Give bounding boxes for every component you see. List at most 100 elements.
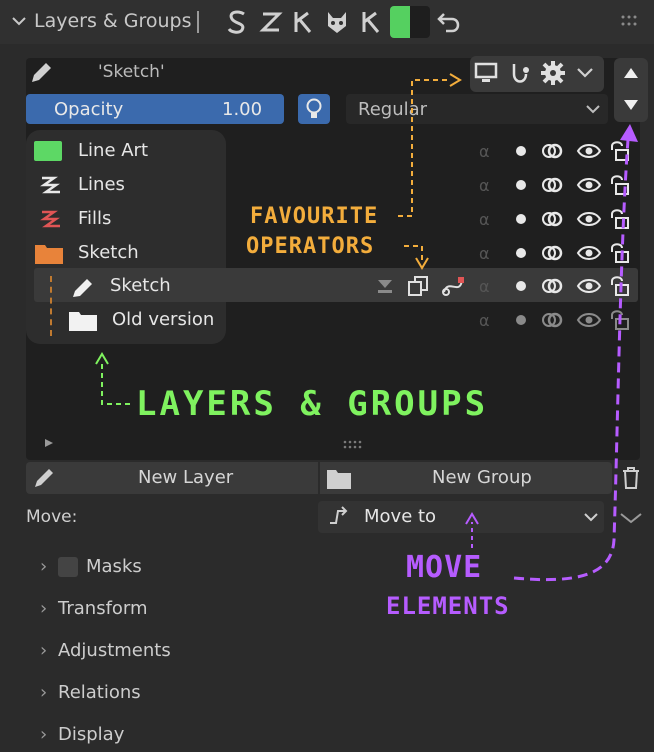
opacity-label: Opacity (54, 99, 124, 120)
eye-icon[interactable] (576, 275, 602, 297)
chevron-right-icon: › (40, 598, 48, 619)
monitor-icon[interactable] (474, 62, 498, 84)
section-masks[interactable]: › Masks (40, 556, 142, 577)
alpha-icon[interactable]: α (476, 208, 498, 230)
eye-icon[interactable] (576, 309, 602, 331)
onion-skin-icon[interactable] (540, 309, 566, 331)
chevron-down-icon[interactable] (574, 64, 596, 82)
svg-text:α: α (479, 277, 490, 296)
eye-icon[interactable] (576, 174, 602, 196)
annotation-move-line1: MOVE (406, 550, 483, 585)
section-adjustments[interactable]: › Adjustments (40, 640, 171, 661)
green-rect-icon (34, 141, 62, 161)
new-layer-label: New Layer (138, 467, 234, 488)
merge-down-icon[interactable] (374, 276, 396, 296)
alpha-icon[interactable]: α (476, 174, 498, 196)
pencil-icon (73, 279, 92, 297)
section-label: Relations (58, 682, 141, 703)
tree-row-label: Fills (78, 208, 112, 229)
onion-skin-icon[interactable] (540, 208, 566, 230)
key-icon[interactable] (290, 8, 316, 36)
duplicate-icon[interactable] (406, 274, 430, 298)
eye-icon[interactable] (576, 208, 602, 230)
pencil-icon (35, 469, 53, 487)
lines-stroke-icon (40, 176, 60, 194)
lock-icon[interactable] (606, 140, 632, 162)
cat-icon[interactable] (324, 8, 350, 36)
lock-icon[interactable] (606, 242, 632, 264)
lock-icon[interactable] (606, 275, 632, 297)
chevron-right-icon: › (40, 640, 48, 661)
alpha-icon[interactable]: α (476, 309, 498, 331)
section-label: Display (58, 724, 125, 745)
onion-skin-icon[interactable] (540, 140, 566, 162)
layer-name-field[interactable]: 'Sketch' (98, 62, 165, 82)
onion-skin-icon[interactable] (540, 174, 566, 196)
opacity-value: 1.00 (222, 99, 263, 120)
dot-icon[interactable] (510, 309, 532, 331)
alpha-icon[interactable]: α (476, 140, 498, 162)
dot-icon[interactable] (510, 208, 532, 230)
key-alt-icon[interactable] (358, 8, 384, 36)
lock-icon[interactable] (606, 208, 632, 230)
eye-icon[interactable] (576, 242, 602, 264)
dot-icon[interactable] (510, 174, 532, 196)
eye-icon[interactable] (576, 140, 602, 162)
grease-pencil-s-icon[interactable] (224, 8, 250, 36)
color-swatch[interactable] (390, 6, 430, 38)
grip-icon[interactable] (620, 14, 638, 28)
rig-icon[interactable] (506, 60, 532, 86)
orange-folder-icon (35, 245, 63, 264)
section-transform[interactable]: › Transform (40, 598, 148, 619)
chevron-down-icon[interactable] (618, 508, 644, 528)
move-up-button[interactable] (620, 64, 642, 82)
annotation-layers-groups: LAYERS & GROUPS (136, 384, 489, 424)
tree-row-label: Line Art (78, 140, 149, 161)
lock-icon[interactable] (606, 174, 632, 196)
fills-stroke-icon (40, 210, 60, 228)
gear-icon[interactable] (540, 60, 566, 86)
svg-text:α: α (479, 176, 490, 195)
resize-grip-icon[interactable] (342, 440, 362, 450)
move-arrow-icon (330, 506, 348, 524)
white-folder-icon (69, 312, 97, 331)
folder-icon (327, 470, 351, 489)
panel-title: Layers & Groups (34, 10, 192, 32)
stroke-edit-icon[interactable] (440, 274, 466, 298)
chevron-down-icon[interactable] (10, 12, 28, 30)
svg-text:α: α (479, 311, 490, 330)
header-separator (197, 11, 199, 33)
onion-skin-icon[interactable] (540, 275, 566, 297)
undo-icon[interactable] (436, 8, 462, 36)
tree-row-label: Old version (112, 309, 215, 330)
annotation-move-line2: ELEMENTS (386, 592, 510, 620)
annotation-favourite-line2: OPERATORS (246, 234, 375, 259)
onion-skin-icon[interactable] (540, 242, 566, 264)
svg-text:α: α (479, 244, 490, 263)
tree-row-label: Lines (78, 174, 125, 195)
chevron-right-icon: › (40, 724, 48, 745)
alpha-icon[interactable]: α (476, 242, 498, 264)
section-display[interactable]: › Display (40, 724, 124, 745)
tree-row-label: Sketch (110, 275, 171, 296)
svg-text:α: α (479, 142, 490, 161)
dot-icon[interactable] (510, 242, 532, 264)
section-label: Masks (86, 556, 142, 577)
move-down-button[interactable] (620, 96, 642, 114)
move-to-select[interactable] (318, 501, 604, 533)
dot-icon[interactable] (510, 275, 532, 297)
chevron-right-icon: › (40, 682, 48, 703)
lock-icon[interactable] (606, 309, 632, 331)
alpha-icon[interactable]: α (476, 275, 498, 297)
section-relations[interactable]: › Relations (40, 682, 141, 703)
chevron-down-icon (586, 105, 600, 114)
blend-mode-value: Regular (358, 99, 428, 120)
chevron-down-icon (584, 513, 598, 522)
move-label: Move: (26, 507, 78, 527)
move-to-value: Move to (364, 506, 437, 527)
dot-icon[interactable] (510, 140, 532, 162)
trash-icon[interactable] (620, 466, 642, 490)
tree-row-label: Sketch (78, 242, 139, 263)
expand-arrow-icon[interactable] (44, 438, 54, 448)
grease-pencil-z-icon[interactable] (258, 8, 284, 36)
